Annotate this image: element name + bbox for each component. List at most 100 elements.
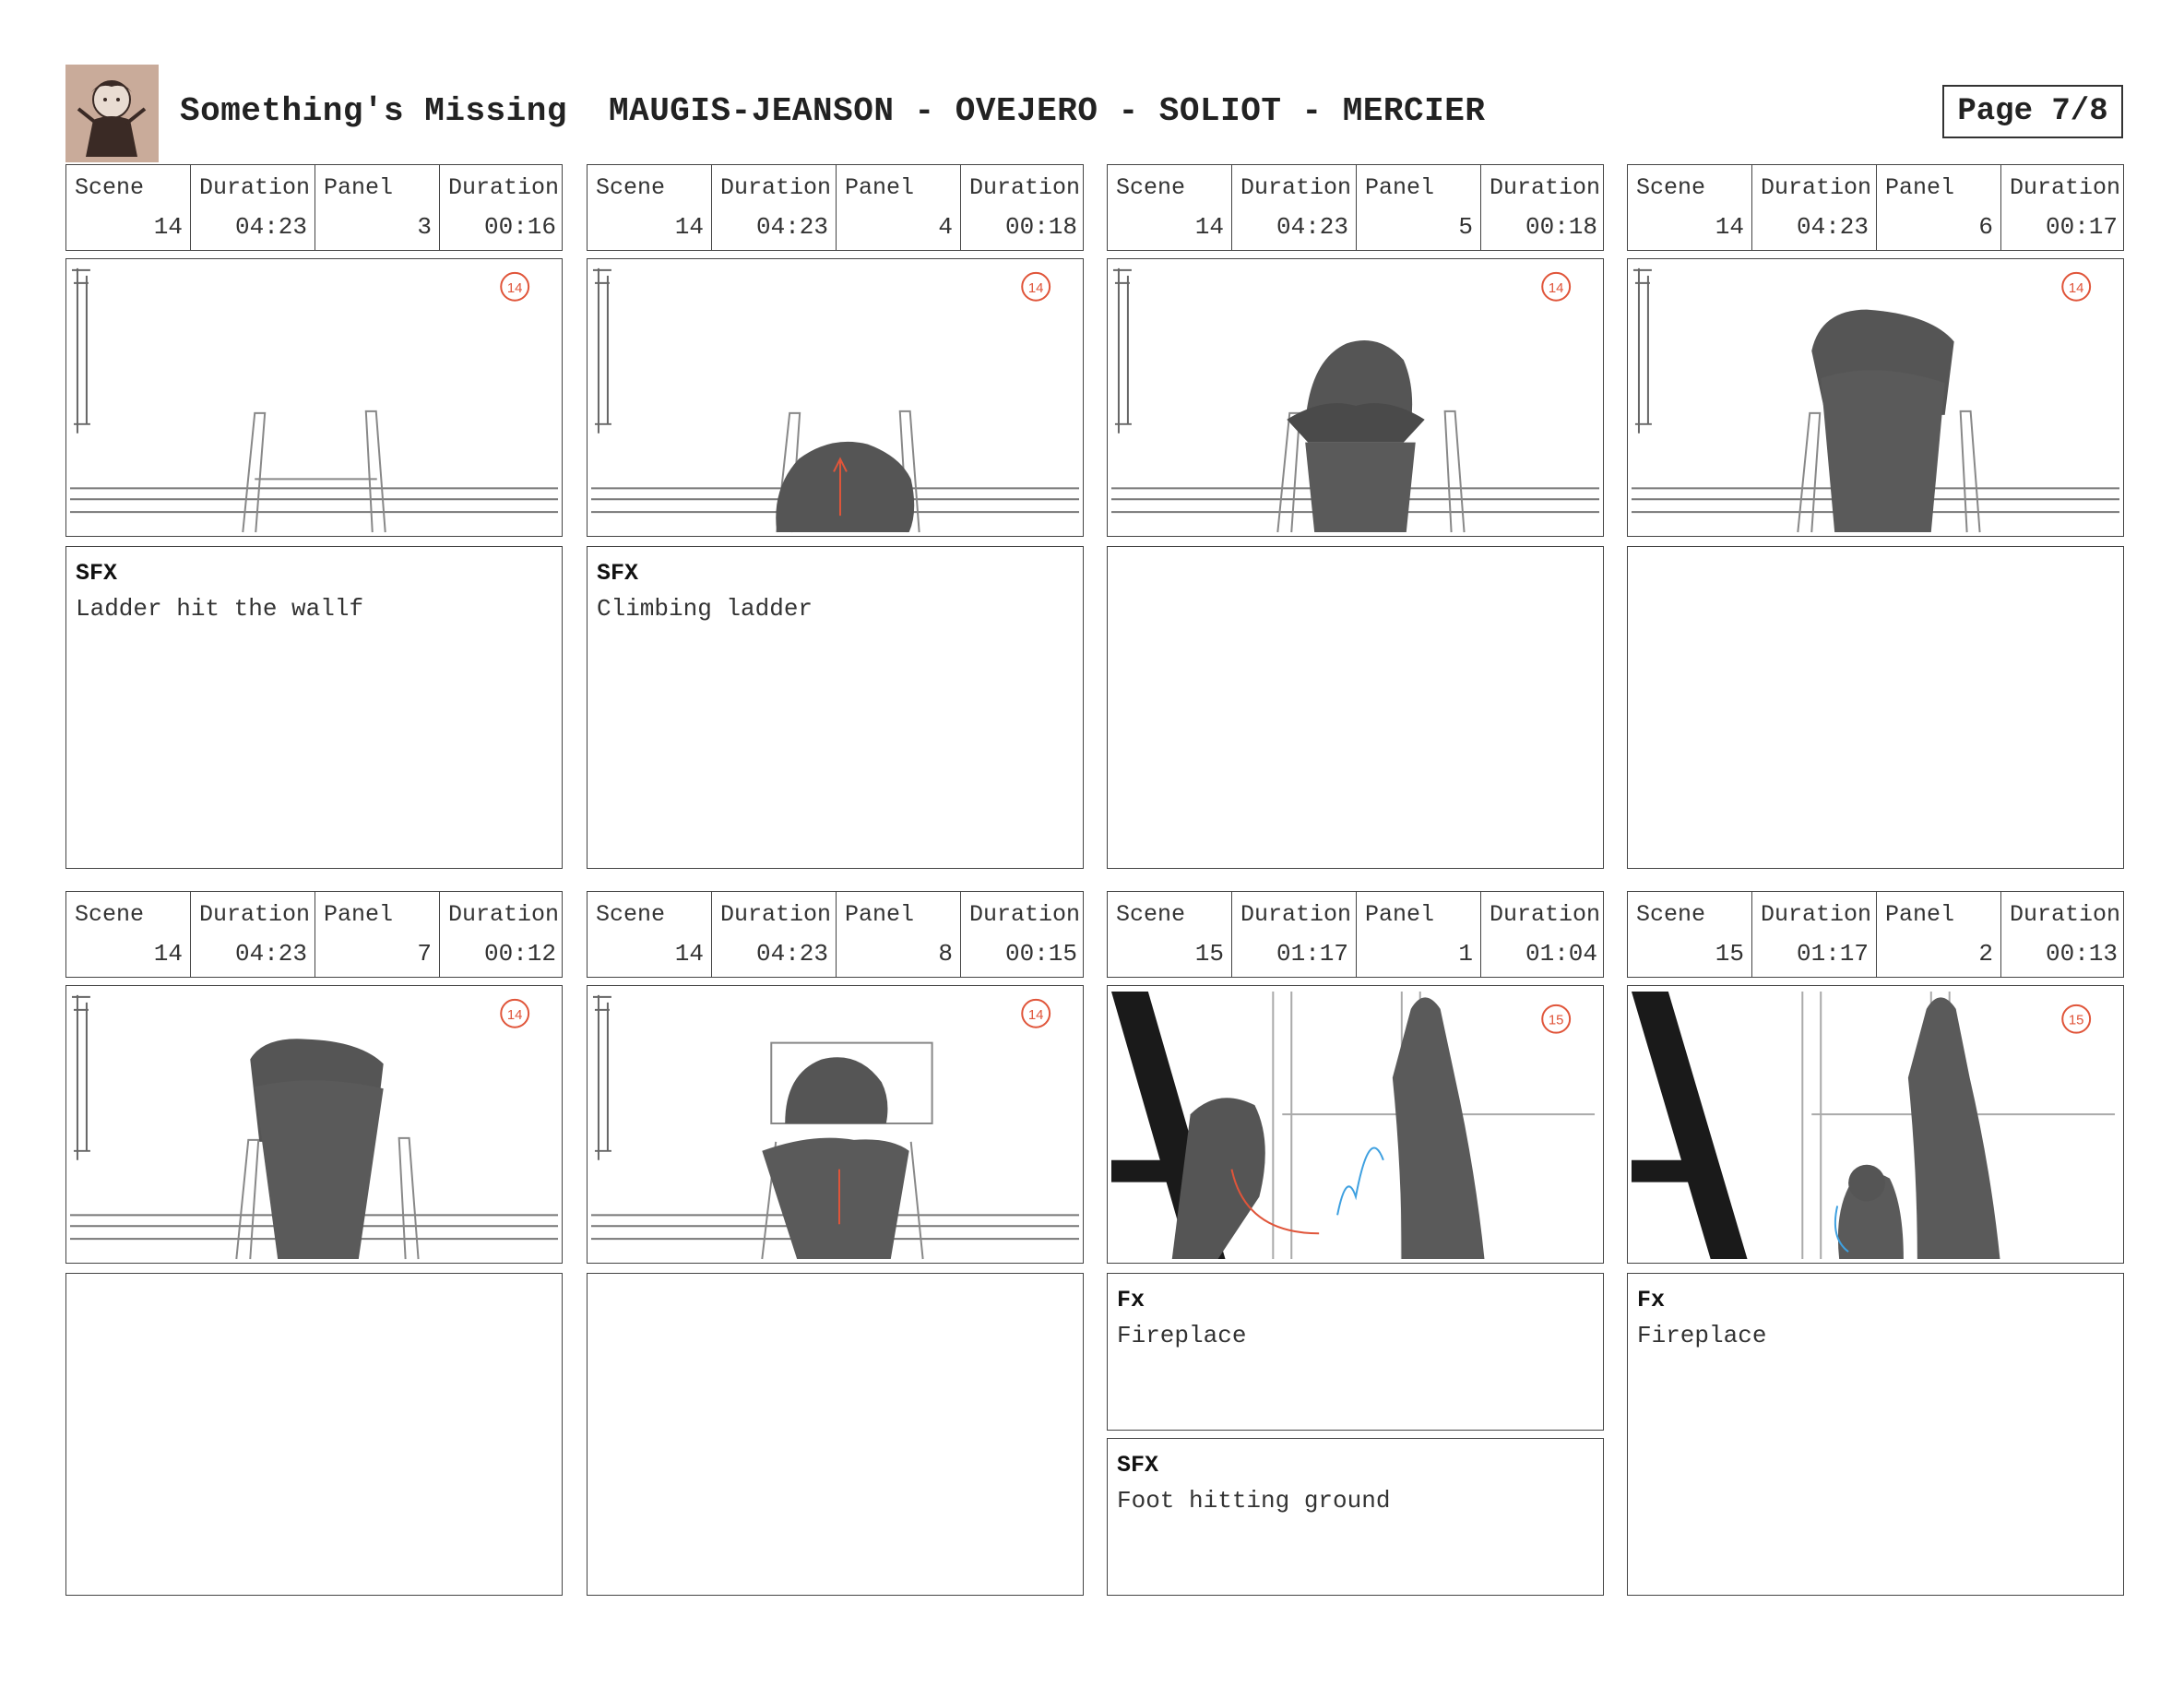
panel-cell: Panel 4 — [836, 165, 960, 250]
panel-drawing: 14 — [587, 985, 1084, 1264]
panel-label: Panel — [845, 901, 915, 928]
scene-label: Scene — [1636, 901, 1706, 928]
scene-label: Scene — [75, 901, 145, 928]
storyboard-panel: Scene 15 Duration 01:17 Panel 1 Duration… — [1107, 891, 1605, 1596]
duration-label: Duration — [1240, 174, 1352, 201]
page-number: Page 7/8 — [1942, 85, 2123, 138]
panel-duration-value: 00:13 — [2045, 940, 2118, 968]
duration-label: Duration — [2010, 901, 2121, 928]
panel-info-bar: Scene 14 Duration 04:23 Panel 5 Duration… — [1107, 164, 1604, 251]
storyboard-panel: Scene 14 Duration 04:23 Panel 5 Duration… — [1107, 164, 1604, 869]
scene-duration-cell: Duration 04:23 — [1751, 165, 1876, 250]
scene-badge: 14 — [507, 1007, 523, 1023]
panel-drawing: 14 — [587, 258, 1084, 537]
panel-cell: Panel 6 — [1876, 165, 2000, 250]
scene-badge: 14 — [1028, 1007, 1044, 1023]
panel-value: 4 — [938, 213, 953, 241]
panel-cell: Panel 3 — [315, 165, 439, 250]
action-notes: Fx Fireplace — [1627, 1273, 2124, 1596]
panel-label: Panel — [1365, 174, 1435, 201]
scene-badge: 14 — [1549, 280, 1564, 296]
scene-duration-value: 04:23 — [1796, 213, 1869, 241]
scene-duration-cell: Duration 04:23 — [190, 165, 315, 250]
action-notes: Fx Fireplace — [1107, 1273, 1604, 1431]
panel-drawing: 15 — [1627, 985, 2124, 1264]
panel-duration-cell: Duration 00:17 — [2000, 165, 2125, 250]
storyboard-panel: Scene 14 Duration 04:23 Panel 3 Duration… — [65, 164, 563, 869]
duration-label: Duration — [199, 174, 311, 201]
panel-duration-cell: Duration 00:13 — [2000, 892, 2125, 977]
panel-value: 6 — [1978, 213, 1993, 241]
scene-duration-cell: Duration 01:17 — [1231, 892, 1356, 977]
scene-duration-cell: Duration 04:23 — [711, 892, 836, 977]
note-text: Fireplace — [1117, 1322, 1247, 1349]
action-notes — [1627, 546, 2124, 869]
duration-label: Duration — [2010, 174, 2121, 201]
note-text: Climbing ladder — [597, 595, 813, 623]
scene-badge: 15 — [2069, 1013, 2084, 1028]
scene-duration-cell: Duration 04:23 — [1231, 165, 1356, 250]
panel-info-bar: Scene 14 Duration 04:23 Panel 6 Duration… — [1627, 164, 2124, 251]
scene-duration-cell: Duration 04:23 — [711, 165, 836, 250]
panel-duration-cell: Duration 00:16 — [439, 165, 564, 250]
panel-duration-cell: Duration 01:04 — [1480, 892, 1605, 977]
page-title: Something's Missing — [180, 92, 567, 130]
panel-duration-value: 01:04 — [1525, 940, 1597, 968]
panel-duration-cell: Duration 00:15 — [960, 892, 1085, 977]
duration-label: Duration — [720, 901, 832, 928]
scene-label: Scene — [75, 174, 145, 201]
duration-label: Duration — [969, 901, 1081, 928]
panel-value: 5 — [1458, 213, 1473, 241]
action-notes — [65, 1273, 563, 1596]
panel-label: Panel — [845, 174, 915, 201]
action-notes: SFX Ladder hit the wallf — [65, 546, 563, 869]
panel-cell: Panel 8 — [836, 892, 960, 977]
panel-info-bar: Scene 14 Duration 04:23 Panel 8 Duration… — [587, 891, 1084, 978]
scene-value: 14 — [674, 213, 704, 241]
scene-duration-value: 04:23 — [234, 940, 307, 968]
panel-duration-value: 00:18 — [1004, 213, 1077, 241]
scene-cell: Scene 14 — [66, 892, 190, 977]
scene-value: 14 — [153, 213, 183, 241]
scene-value: 14 — [153, 940, 183, 968]
logo — [65, 65, 159, 162]
scene-label: Scene — [596, 174, 666, 201]
panel-duration-value: 00:16 — [483, 213, 556, 241]
panel-cell: Panel 5 — [1356, 165, 1480, 250]
panel-value: 1 — [1458, 940, 1473, 968]
duration-label: Duration — [1761, 174, 1872, 201]
duration-label: Duration — [1761, 901, 1872, 928]
panel-duration-cell: Duration 00:18 — [960, 165, 1085, 250]
scene-value: 14 — [1194, 213, 1224, 241]
storyboard-panel: Scene 14 Duration 04:23 Panel 4 Duration… — [587, 164, 1085, 869]
panel-value: 8 — [938, 940, 953, 968]
panel-label: Panel — [1885, 901, 1955, 928]
note-heading: Fx — [1637, 1287, 1666, 1313]
duration-label: Duration — [448, 174, 560, 201]
scene-badge: 14 — [1028, 280, 1044, 296]
scene-value: 15 — [1194, 940, 1224, 968]
storyboard-panel: Scene 15 Duration 01:17 Panel 2 Duration… — [1627, 891, 2125, 1596]
panel-label: Panel — [1365, 901, 1435, 928]
scene-label: Scene — [1116, 174, 1186, 201]
scene-label: Scene — [1636, 174, 1706, 201]
scene-value: 14 — [1715, 213, 1744, 241]
panel-label: Panel — [1885, 174, 1955, 201]
scene-label: Scene — [596, 901, 666, 928]
panel-info-bar: Scene 14 Duration 04:23 Panel 7 Duration… — [65, 891, 563, 978]
scene-duration-value: 04:23 — [1276, 213, 1348, 241]
panel-drawing: 14 — [65, 258, 563, 537]
panel-duration-value: 00:18 — [1525, 213, 1597, 241]
panel-label: Panel — [324, 901, 394, 928]
scene-cell: Scene 15 — [1628, 892, 1751, 977]
authors: MAUGIS-JEANSON - OVEJERO - SOLIOT - MERC… — [609, 92, 1486, 130]
note-heading: SFX — [1117, 1452, 1159, 1479]
action-notes — [1107, 546, 1604, 869]
panel-info-bar: Scene 14 Duration 04:23 Panel 3 Duration… — [65, 164, 563, 251]
panel-label: Panel — [324, 174, 394, 201]
sound-notes: SFX Foot hitting ground — [1107, 1438, 1604, 1596]
scene-duration-value: 04:23 — [755, 213, 828, 241]
panel-cell: Panel 1 — [1356, 892, 1480, 977]
scene-duration-value: 04:23 — [234, 213, 307, 241]
panel-duration-value: 00:12 — [483, 940, 556, 968]
